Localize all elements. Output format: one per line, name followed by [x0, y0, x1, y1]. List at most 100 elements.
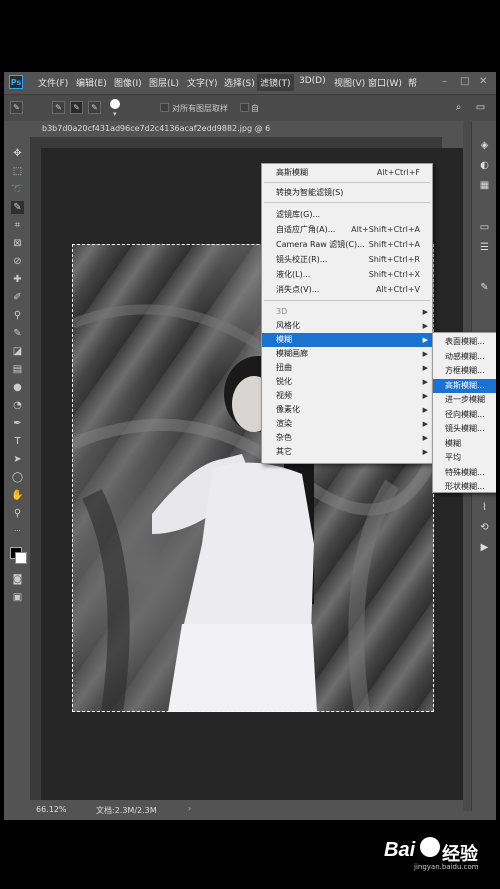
- background-color-swatch[interactable]: [15, 552, 27, 564]
- status-bar: 66.12% 文档:2.3M/2.3M ›: [30, 800, 463, 820]
- eraser-tool-icon[interactable]: ◪: [11, 345, 24, 358]
- sample-all-layers-checkbox[interactable]: [160, 103, 169, 112]
- document-tab[interactable]: b3b7d0a20cf431ad96ce7d2c4136acaf2edd9882…: [30, 121, 282, 137]
- filter-menu-item[interactable]: 3D ▶: [262, 305, 432, 319]
- blur-submenu-item[interactable]: 模糊: [433, 437, 496, 452]
- swatches-icon[interactable]: ▦: [478, 179, 491, 192]
- history-brush-tool-icon[interactable]: ✎: [11, 327, 24, 340]
- filter-menu-item[interactable]: 风格化 ▶: [262, 319, 432, 333]
- healing-brush-tool-icon[interactable]: ✚: [11, 273, 24, 286]
- blur-submenu-item[interactable]: 径向模糊...: [433, 408, 496, 423]
- filter-menu-item[interactable]: 渲染 ▶: [262, 417, 432, 431]
- move-tool-icon[interactable]: ✥: [11, 147, 24, 160]
- blur-submenu-item[interactable]: 特殊模糊...: [433, 466, 496, 481]
- quick-selection-tool-icon[interactable]: ✎: [11, 201, 24, 214]
- quick-mask-icon[interactable]: ◙: [11, 573, 24, 586]
- actions-icon[interactable]: ▶: [478, 541, 491, 554]
- menu-separator: [264, 202, 430, 203]
- blur-submenu-item[interactable]: 表面模糊...: [433, 335, 496, 350]
- filter-menu-item-blur[interactable]: 模糊 ▶: [262, 333, 432, 347]
- menu-3d[interactable]: 3D(D): [299, 76, 326, 86]
- filter-menu-item[interactable]: 杂色 ▶: [262, 431, 432, 445]
- filter-menu-item[interactable]: 模糊画廊 ▶: [262, 347, 432, 361]
- sample-all-layers-label: 对所有图层取样: [172, 104, 228, 113]
- close-icon[interactable]: ✕: [479, 76, 487, 87]
- zoom-level[interactable]: 66.12%: [36, 805, 67, 814]
- blur-submenu-item[interactable]: 镜头模糊...: [433, 422, 496, 437]
- screen-mode-icon[interactable]: ▣: [11, 591, 24, 604]
- paths-icon[interactable]: ⌇: [478, 501, 491, 514]
- add-selection-icon[interactable]: ✎: [70, 101, 83, 114]
- path-selection-tool-icon[interactable]: ➤: [11, 453, 24, 466]
- options-bar: ✎ ✎ ✎ ✎ ▾ 对所有图层取样 自 ⌕ ▭: [4, 94, 496, 121]
- menu-window[interactable]: 窗口(W): [368, 76, 402, 89]
- filter-menu-item[interactable]: 视频 ▶: [262, 389, 432, 403]
- brushes-icon[interactable]: ✎: [478, 281, 491, 294]
- blur-submenu-item-gaussian[interactable]: 高斯模糊...: [433, 378, 496, 393]
- frame-tool-icon[interactable]: ⊠: [11, 237, 24, 250]
- clone-stamp-tool-icon[interactable]: ⚲: [11, 309, 24, 322]
- blur-submenu-item[interactable]: 平均: [433, 451, 496, 466]
- zoom-tool-icon[interactable]: ⚲: [11, 507, 24, 520]
- filter-menu-item[interactable]: 扭曲 ▶: [262, 361, 432, 375]
- minimize-icon[interactable]: –: [442, 76, 447, 87]
- blur-submenu-item[interactable]: 动感模糊...: [433, 350, 496, 365]
- libraries-icon[interactable]: ☰: [478, 241, 491, 254]
- menu-type[interactable]: 文字(Y): [187, 76, 218, 89]
- subtract-selection-icon[interactable]: ✎: [88, 101, 101, 114]
- lasso-tool-icon[interactable]: ➰: [11, 183, 24, 196]
- brush-dropdown-icon[interactable]: ▾: [113, 110, 117, 118]
- workspace-icon[interactable]: ▭: [474, 101, 487, 114]
- filter-menu-item[interactable]: 消失点(V)... Alt+Ctrl+V: [262, 283, 432, 297]
- filter-menu-item[interactable]: 锐化 ▶: [262, 375, 432, 389]
- watermark-url: jingyan.baidu.com: [414, 863, 479, 871]
- marquee-tool-icon[interactable]: ⬚: [11, 165, 24, 178]
- hand-tool-icon[interactable]: ✋: [11, 489, 24, 502]
- vertical-ruler: [30, 148, 41, 800]
- more-tools-icon[interactable]: ···: [11, 525, 24, 538]
- crop-tool-icon[interactable]: ⌗: [11, 219, 24, 232]
- filter-menu-item[interactable]: 液化(L)... Shift+Ctrl+X: [262, 268, 432, 282]
- history-icon[interactable]: ⟲: [478, 521, 491, 534]
- brush-tool-icon[interactable]: ✐: [11, 291, 24, 304]
- menu-view[interactable]: 视图(V): [334, 76, 365, 89]
- gradient-tool-icon[interactable]: ▤: [11, 363, 24, 376]
- blur-submenu-item[interactable]: 进一步模糊: [433, 393, 496, 408]
- search-icon[interactable]: ⌕: [452, 101, 465, 114]
- adjustments-icon[interactable]: ◐: [478, 159, 491, 172]
- ellipse-tool-icon[interactable]: ◯: [11, 471, 24, 484]
- menu-layer[interactable]: 图层(L): [149, 76, 179, 89]
- menu-file[interactable]: 文件(F): [38, 76, 68, 89]
- auto-enhance-checkbox[interactable]: [240, 103, 249, 112]
- filter-menu-item[interactable]: Camera Raw 滤镜(C)... Shift+Ctrl+A: [262, 238, 432, 252]
- filter-menu-item[interactable]: 像素化 ▶: [262, 403, 432, 417]
- brush-size-icon[interactable]: [110, 99, 120, 109]
- type-tool-icon[interactable]: T: [11, 435, 24, 448]
- menu-filter[interactable]: 滤镜(T): [257, 74, 294, 91]
- menu-edit[interactable]: 编辑(E): [76, 76, 107, 89]
- menu-separator: [264, 300, 430, 301]
- filter-menu-item[interactable]: 高斯模糊 Alt+Ctrl+F: [262, 166, 432, 180]
- pen-tool-icon[interactable]: ✒: [11, 417, 24, 430]
- quick-select-preset-icon[interactable]: ✎: [10, 101, 23, 114]
- layers-icon[interactable]: ◈: [478, 139, 491, 152]
- blur-submenu-item[interactable]: 方框模糊...: [433, 364, 496, 379]
- menu-select[interactable]: 选择(S): [224, 76, 255, 89]
- filter-menu-dropdown: 高斯模糊 Alt+Ctrl+F 转换为智能滤镜(S) 滤镜库(G)... 自适应广…: [261, 163, 433, 464]
- new-selection-icon[interactable]: ✎: [52, 101, 65, 114]
- filter-menu-item[interactable]: 自适应广角(A)... Alt+Shift+Ctrl+A: [262, 223, 432, 237]
- eyedropper-tool-icon[interactable]: ⊘: [11, 255, 24, 268]
- menu-separator: [264, 182, 430, 183]
- menu-help[interactable]: 帮: [408, 76, 417, 89]
- blur-tool-icon[interactable]: ●: [11, 381, 24, 394]
- blur-submenu-item[interactable]: 形状模糊...: [433, 480, 496, 495]
- maximize-icon[interactable]: □: [460, 76, 469, 87]
- filter-menu-item[interactable]: 转换为智能滤镜(S): [262, 186, 432, 200]
- filter-menu-item[interactable]: 镜头校正(R)... Shift+Ctrl+R: [262, 253, 432, 267]
- filter-menu-item[interactable]: 滤镜库(G)...: [262, 208, 432, 222]
- filter-menu-item[interactable]: 其它 ▶: [262, 445, 432, 459]
- dodge-tool-icon[interactable]: ◔: [11, 399, 24, 412]
- status-menu-icon[interactable]: ›: [188, 804, 191, 813]
- menu-image[interactable]: 图像(I): [114, 76, 142, 89]
- properties-icon[interactable]: ▭: [478, 221, 491, 234]
